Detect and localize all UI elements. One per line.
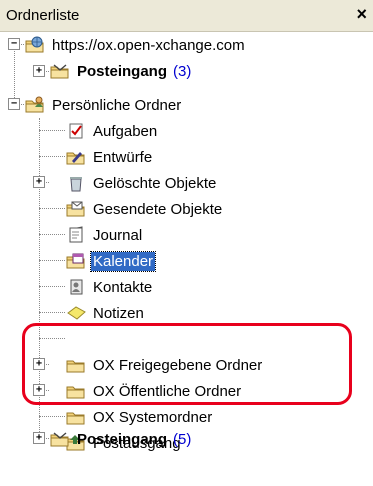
tree-guide	[39, 416, 65, 417]
tree-guide	[14, 44, 15, 104]
tree-item-drafts[interactable]: Entwürfe	[65, 144, 154, 170]
tree-item-label: Posteingang	[77, 62, 168, 80]
tree-item-label: Entwürfe	[93, 148, 153, 166]
tree-item-calendar[interactable]: Kalender	[65, 248, 157, 274]
personal-folders-icon	[24, 96, 46, 115]
tree-item-label: Notizen	[93, 304, 144, 322]
trash-icon	[70, 177, 82, 192]
tree-item-label: Kalender	[89, 250, 157, 272]
tree-guide	[39, 312, 65, 313]
tree-item-label: Persönliche Ordner	[52, 96, 182, 114]
tree-item-label: Kontakte	[93, 278, 153, 296]
panel-title: Ordnerliste	[6, 7, 80, 24]
inbox-folder-icon	[49, 64, 71, 81]
tree-item-label: https://ox.open-xchange.com	[52, 36, 245, 54]
collapse-server-toggle[interactable]: −	[8, 38, 20, 50]
tree-guide	[39, 260, 65, 261]
globe-folder-icon	[24, 36, 46, 55]
tree-item-label: Gesendete Objekte	[93, 200, 223, 218]
close-icon[interactable]: ×	[356, 4, 367, 24]
tree-item-deleted[interactable]: Gelöschte Objekte	[65, 170, 218, 196]
tree-item-contacts[interactable]: Kontakte	[65, 274, 154, 300]
tree-item-server[interactable]: https://ox.open-xchange.com	[24, 32, 247, 58]
tree-item-server-inbox[interactable]: Posteingang (3)	[49, 58, 191, 84]
tree-guide	[39, 208, 65, 209]
folder-icon	[65, 407, 87, 427]
tree-item-personal-folders[interactable]: Persönliche Ordner	[24, 92, 183, 118]
tree-guide	[39, 286, 65, 287]
unread-count: (5)	[173, 430, 192, 448]
tree-guide	[39, 130, 65, 131]
tree-item-journal[interactable]: Journal	[65, 222, 144, 248]
calendar-icon	[65, 253, 87, 271]
highlight-annotation	[22, 323, 352, 405]
tasks-icon	[69, 123, 83, 139]
expand-inbox-toggle[interactable]: +	[33, 432, 45, 444]
unread-count: (3)	[173, 62, 192, 80]
tree-item-label: Aufgaben	[93, 122, 158, 140]
notes-icon	[67, 306, 86, 320]
expand-deleted-toggle[interactable]: +	[33, 176, 45, 188]
journal-icon	[69, 226, 83, 243]
expand-server-inbox-toggle[interactable]: +	[33, 65, 45, 77]
tree-item-tasks[interactable]: Aufgaben	[65, 118, 159, 144]
panel-header: Ordnerliste ×	[0, 0, 373, 32]
inbox-folder-icon	[49, 432, 71, 449]
contacts-icon	[70, 279, 83, 295]
tree-item-personal-inbox[interactable]: Posteingang (5)	[49, 426, 191, 452]
tree-item-sent[interactable]: Gesendete Objekte	[65, 196, 224, 222]
folder-tree: − + − + + + + https://ox.open-xchange.co…	[0, 32, 373, 486]
tree-item-label: Gelöschte Objekte	[93, 174, 217, 192]
tree-item-label: Posteingang	[77, 430, 168, 448]
tree-guide	[39, 234, 65, 235]
tree-item-label: Journal	[93, 226, 143, 244]
collapse-personal-toggle[interactable]: −	[8, 98, 20, 110]
drafts-folder-icon	[65, 152, 87, 167]
tree-guide	[39, 156, 65, 157]
tree-item-label: OX Systemordner	[93, 408, 213, 426]
sent-folder-icon	[65, 201, 87, 219]
